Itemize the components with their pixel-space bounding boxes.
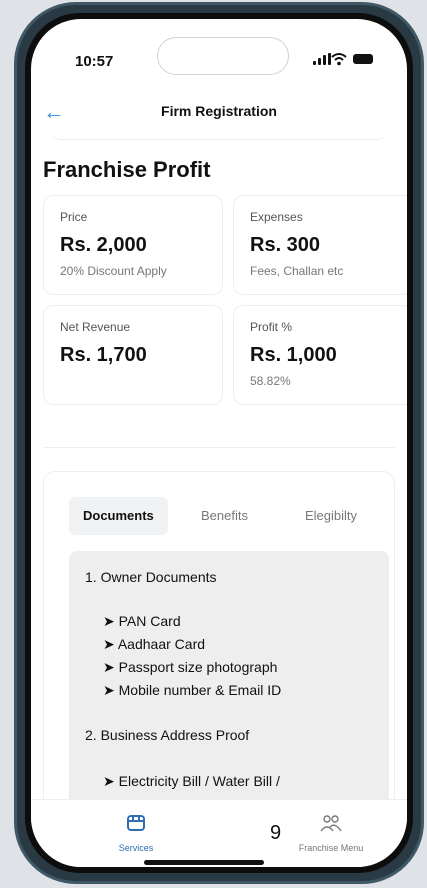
dynamic-island xyxy=(157,37,289,75)
doc-heading: 1. Owner Documents xyxy=(85,569,217,585)
tab-documents[interactable]: Documents xyxy=(69,497,168,535)
net-revenue-card: Net Revenue Rs. 1,700 xyxy=(43,305,223,405)
doc-item: ➤ Mobile number & Email ID xyxy=(103,682,282,698)
section-divider xyxy=(43,447,395,448)
home-indicator[interactable] xyxy=(144,860,264,865)
doc-item: ➤ Aadhaar Card xyxy=(103,636,206,652)
battery-icon xyxy=(353,54,373,64)
card-value: Rs. 1,700 xyxy=(60,344,147,366)
nav-label: Services xyxy=(118,843,154,853)
phone-screen: 10:57 ← Firm Registration Franchise Prof… xyxy=(31,19,407,867)
status-time: 10:57 xyxy=(75,53,114,70)
doc-item: ➤ Electricity Bill / Water Bill / xyxy=(103,773,280,789)
card-subtext: 20% Discount Apply xyxy=(60,264,167,278)
nav-franchise-menu[interactable]: Franchise Menu xyxy=(286,814,376,853)
doc-heading: 2. Business Address Proof xyxy=(85,727,250,743)
wifi-icon xyxy=(331,53,347,66)
store-icon xyxy=(127,815,145,831)
tab-bar: Documents Benefits Elegibilty xyxy=(69,497,379,535)
card-subtext: 58.82% xyxy=(250,374,291,388)
card-label: Price xyxy=(60,210,88,224)
price-card: Price Rs. 2,000 20% Discount Apply xyxy=(43,195,223,295)
card-value: Rs. 1,000 xyxy=(250,344,337,366)
card-value: Rs. 300 xyxy=(250,234,321,256)
page-number: 9 xyxy=(270,822,282,844)
users-icon xyxy=(320,815,342,832)
doc-item: ➤ Passport size photograph xyxy=(103,659,278,675)
status-bar: 10:57 xyxy=(31,19,407,89)
card-value: Rs. 2,000 xyxy=(60,234,147,256)
phone-bezel: 10:57 ← Firm Registration Franchise Prof… xyxy=(25,13,413,873)
bottom-navigation: Services Franchise Menu xyxy=(31,799,407,867)
doc-item: ➤ PAN Card xyxy=(103,613,181,629)
page-title: Firm Registration xyxy=(161,103,277,119)
card-label: Expenses xyxy=(250,210,303,224)
card-label: Profit % xyxy=(250,320,293,334)
tab-elegibility[interactable]: Elegibilty xyxy=(291,497,371,535)
nav-label: Franchise Menu xyxy=(298,843,364,853)
card-subtext: Fees, Challan etc xyxy=(250,264,344,278)
signal-icon xyxy=(313,53,331,65)
section-title: Franchise Profit xyxy=(43,157,211,182)
card-label: Net Revenue xyxy=(60,320,131,334)
tab-benefits[interactable]: Benefits xyxy=(187,497,262,535)
previous-card-edge xyxy=(49,119,389,140)
phone-frame: 10:57 ← Firm Registration Franchise Prof… xyxy=(14,2,424,884)
nav-services[interactable]: Services xyxy=(91,814,181,853)
expenses-card: Expenses Rs. 300 Fees, Challan etc xyxy=(233,195,407,295)
profit-card: Profit % Rs. 1,000 58.82% xyxy=(233,305,407,405)
